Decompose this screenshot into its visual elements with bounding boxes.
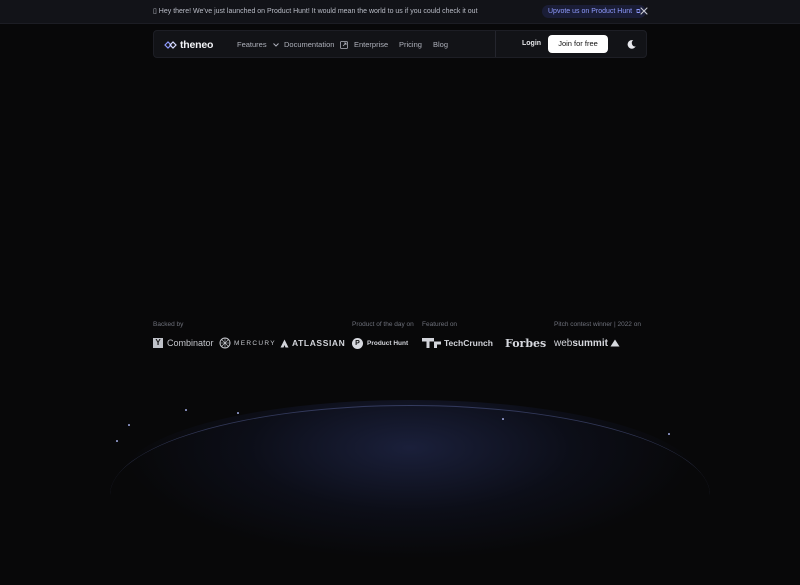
upvote-product-hunt-button[interactable]: Upvote us on Product Hunt ⧉: [542, 5, 647, 18]
atlassian-icon: [280, 339, 289, 347]
banner-text: ▯ Hey there! We've just launched on Prod…: [153, 8, 478, 15]
upvote-label: Upvote us on Product Hunt: [548, 8, 633, 15]
announcement-banner: ▯ Hey there! We've just launched on Prod…: [0, 0, 800, 24]
main-navbar: theneo Features Documentation Enterprise…: [153, 30, 647, 58]
ycombinator-logo: Y Combinator: [153, 336, 214, 350]
star: [502, 418, 504, 420]
ycombinator-text: Combinator: [167, 338, 214, 348]
featured-on-caption: Featured on: [422, 321, 458, 328]
websummit-text: websummit: [554, 338, 608, 349]
websummit-web: web: [554, 337, 573, 349]
backed-by-caption: Backed by: [153, 321, 184, 328]
star: [237, 412, 239, 414]
nav-divider: [495, 31, 496, 57]
forbes-text: Forbes: [505, 336, 547, 350]
nav-blog[interactable]: Blog: [433, 40, 448, 49]
forbes-logo: Forbes: [505, 336, 546, 350]
join-for-free-button[interactable]: Join for free: [548, 35, 608, 53]
techcrunch-icon: [422, 338, 441, 348]
mercury-icon: [219, 337, 231, 349]
product-of-day-caption: Product of the day on: [352, 321, 414, 328]
mercury-text: MERCURY: [234, 339, 276, 347]
atlassian-text: ATLASSIAN: [292, 338, 346, 348]
external-link-icon: [339, 41, 348, 49]
moon-icon[interactable]: [626, 39, 637, 50]
login-button[interactable]: Login: [522, 40, 541, 47]
close-icon[interactable]: [638, 5, 650, 17]
star: [128, 424, 130, 426]
websummit-logo: websummit: [554, 336, 620, 350]
product-hunt-logo: P Product Hunt: [352, 336, 408, 350]
nav-documentation-label: Documentation: [284, 40, 335, 49]
nav-features-label: Features: [237, 40, 267, 49]
theneo-logo[interactable]: theneo: [164, 38, 213, 52]
atlassian-logo: ATLASSIAN: [280, 336, 345, 350]
star: [116, 440, 118, 442]
mercury-logo: MERCURY: [219, 336, 276, 350]
product-hunt-text: Product Hunt: [367, 339, 409, 347]
nav-features[interactable]: Features: [237, 40, 280, 49]
pitch-winner-caption: Pitch contest winner | 2022 on: [554, 321, 641, 328]
star: [185, 409, 187, 411]
techcrunch-logo: TechCrunch: [422, 336, 493, 350]
product-hunt-mark: P: [352, 337, 363, 349]
logo-text: theneo: [180, 39, 214, 51]
star: [668, 433, 670, 435]
nav-enterprise[interactable]: Enterprise: [354, 40, 388, 49]
websummit-summit: summit: [572, 337, 608, 349]
ycombinator-mark: Y: [153, 338, 163, 348]
techcrunch-text: TechCrunch: [444, 338, 493, 348]
chevron-down-icon: [272, 43, 279, 47]
websummit-triangle-icon: [610, 339, 620, 347]
theneo-logo-icon: [164, 41, 177, 49]
nav-documentation[interactable]: Documentation: [284, 40, 348, 49]
planet-horizon-arc: [110, 405, 710, 585]
nav-pricing[interactable]: Pricing: [399, 40, 422, 49]
